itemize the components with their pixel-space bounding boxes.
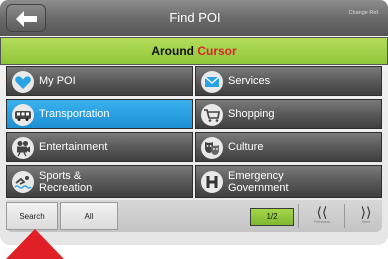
category-label-line1: Sports & [39, 169, 82, 182]
film-camera-icon [12, 137, 34, 159]
header-bar: Find POI Change Ref. [0, 0, 388, 36]
category-label: Services [228, 75, 271, 87]
red-pointer-arrow-icon [6, 229, 64, 259]
heart-icon [12, 71, 34, 93]
category-label-line2: Recreation [39, 181, 93, 194]
toolbar-divider [344, 204, 345, 228]
tab-search[interactable]: Search [6, 202, 58, 230]
category-transportation[interactable]: Transportation [6, 99, 193, 129]
bottom-toolbar: Search All 1/2 ⟨⟨ Previous ⟩⟩ Next [6, 200, 382, 232]
page-title: Find POI [169, 10, 221, 25]
next-label: Next [361, 219, 371, 224]
navigation-device-screen: Find POI Change Ref. Around Cursor My PO… [0, 0, 388, 245]
category-shopping[interactable]: Shopping [195, 99, 382, 129]
category-services[interactable]: Services [195, 66, 382, 96]
back-arrow-icon [16, 11, 37, 27]
category-my-poi[interactable]: My POI [6, 66, 193, 96]
envelope-icon [201, 71, 223, 93]
shopping-cart-icon [201, 104, 223, 126]
bus-icon [12, 104, 34, 126]
banner-prefix: Around [151, 44, 194, 58]
category-culture[interactable]: Culture [195, 132, 382, 162]
tab-search-label: Search [19, 212, 45, 221]
hospital-h-icon [201, 171, 223, 193]
swimmer-icon [12, 171, 34, 193]
back-button[interactable] [6, 4, 46, 32]
category-entertainment[interactable]: Entertainment [6, 132, 193, 162]
category-label-line2: Government [228, 181, 289, 194]
category-label: Entertainment [39, 141, 108, 153]
category-label: My POI [39, 75, 76, 87]
tab-all-label: All [84, 212, 94, 221]
category-label: Culture [228, 141, 264, 153]
tab-all[interactable]: All [60, 202, 118, 230]
previous-label: Previous [314, 219, 330, 224]
change-ref-button[interactable]: Change Ref. [344, 3, 384, 33]
double-chevron-right-icon: ⟩⟩ [360, 204, 372, 220]
category-sports-recreation[interactable]: Sports & Recreation [6, 165, 193, 198]
category-label-line1: Emergency [228, 169, 284, 182]
category-label: Transportation [39, 108, 110, 120]
poi-category-grid: My POI Services Transportation Shopping … [6, 66, 382, 198]
page-indicator: 1/2 [250, 208, 294, 226]
previous-page-button[interactable]: ⟨⟨ Previous [302, 202, 342, 230]
category-emergency-government[interactable]: Emergency Government [195, 165, 382, 198]
change-ref-label: Change Ref. [348, 10, 380, 16]
double-chevron-left-icon: ⟨⟨ [316, 204, 328, 220]
banner-keyword: Cursor [197, 44, 237, 58]
next-page-button[interactable]: ⟩⟩ Next [346, 202, 386, 230]
category-label: Emergency Government [228, 166, 289, 197]
toolbar-divider [298, 204, 299, 228]
theater-masks-icon [201, 137, 223, 159]
search-area-banner: Around Cursor [0, 37, 388, 65]
category-label: Sports & Recreation [39, 166, 92, 197]
category-label: Shopping [228, 108, 275, 120]
